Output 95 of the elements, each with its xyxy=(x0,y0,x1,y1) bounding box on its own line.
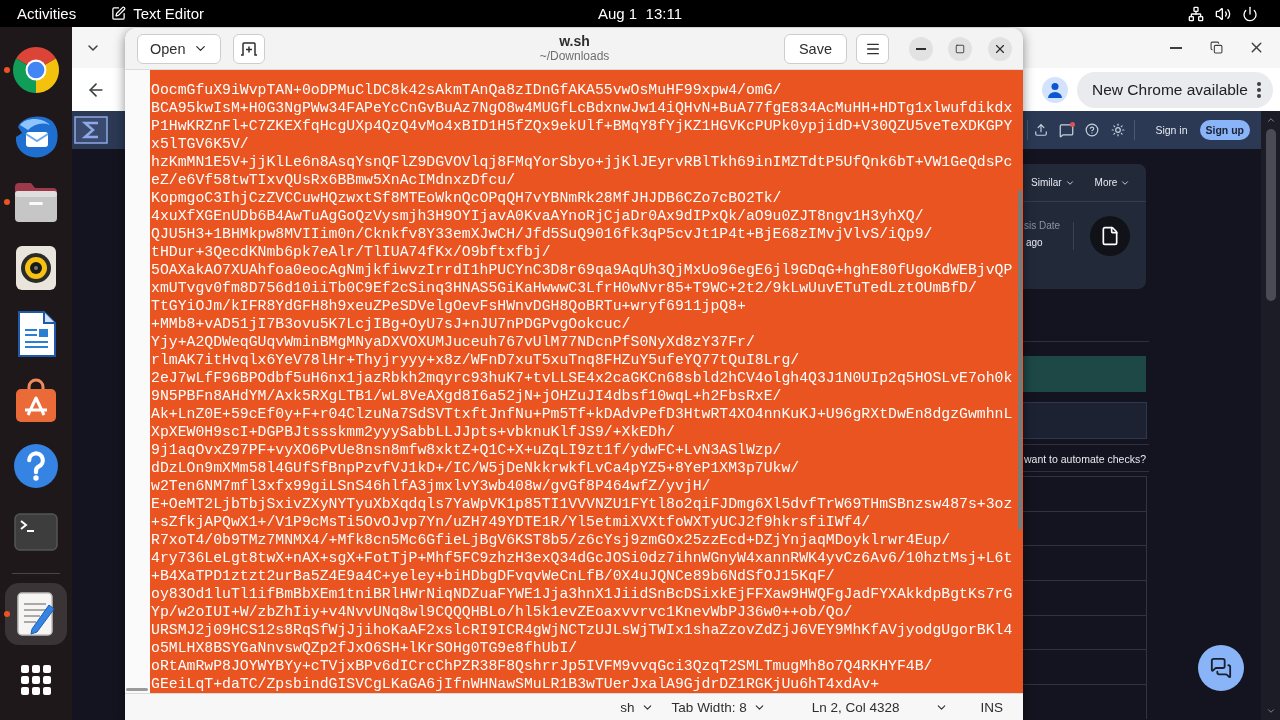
chat-icon xyxy=(1210,657,1232,679)
cursor-position[interactable]: Ln 2, Col 4328 xyxy=(807,699,953,715)
menu-button[interactable] xyxy=(856,33,889,64)
text-line: w2Ten6NM7mfl3xfx99giLSnS46hlfA3jmxlvY3wb408w/gvGf8P464wfZ/yvjH/ xyxy=(150,477,711,495)
message-icon xyxy=(1058,122,1074,138)
text-line: tHDur+3QecdKNmb6pk7eAlr/TlIUA74fKx/O9bftxfbj/ xyxy=(150,243,551,261)
sign-up-button[interactable]: Sign up xyxy=(1199,120,1250,140)
text-line: URSMJ2j09HCS12s8RqSfWjJjihoKaAF2xslcRI9ICR4gWjNCTzUJLsWjTWIx1shaZzovZdZjJ6VEY9MhKfAVjyodgUgorBKl4 xyxy=(150,621,1013,639)
text-line: P1HwKRZnFl+C7ZKEXfqHcgUXp4QzQ4vMo4xBID1H5fZQx9ekUlf+BMqY8fYjKZ1HGVKcPUPk0ypjidD+V30QZU5veTeXDKGPY xyxy=(150,117,1013,135)
insert-mode-toggle[interactable]: INS xyxy=(976,699,1007,715)
text-line: x5lTGV6K5V/ xyxy=(150,135,249,153)
minimize-icon xyxy=(1170,46,1182,49)
scroll-up-icon xyxy=(1265,115,1276,125)
scrollbar-thumb[interactable] xyxy=(1265,129,1276,301)
text-line: E+OeMT2LjbTbjSxivZXyNYTyuXbXqdqls7YaWpVK1p85TI1VVVNZU1FYtl8o2qiFJDmg6Xl5dvfTrW69THmSBnzsw487s+3oz xyxy=(150,495,1013,513)
maximize-icon xyxy=(955,43,965,54)
notepad-pencil-icon xyxy=(16,591,56,637)
minimize-icon xyxy=(916,47,926,50)
text-line: +MMb8+vAD51jI7B3ovu5K7LcjIBg+OyU7sJ+nJU7nPDGPvgOokcuc/ xyxy=(150,315,631,333)
document-icon xyxy=(16,311,56,357)
sign-in-link[interactable]: Sign in xyxy=(1155,124,1188,136)
text-line: OocmGfuX9iWvpTAN+0oDPMuClDC8k42sAkmTAnQa8zIDnGfAKA55vwOsMuHF99xpw4/omG/ xyxy=(150,81,782,99)
browser-icon xyxy=(13,47,59,93)
text-line: Ak+LnZ0E+59cEf0y+F+r04ClzuNa7SdSVTtxftJnfNu+Pm5Tf+kDAdvPefD3HtwRT4XO4nnKuKJ+U96gRXtDwEn8dgzGwmhnL xyxy=(150,405,1013,423)
tab-width-selector[interactable]: Tab Width: 8 xyxy=(667,699,770,715)
language-selector[interactable]: sh xyxy=(616,699,658,715)
dock-item[interactable] xyxy=(5,583,67,645)
restore-icon xyxy=(1209,41,1223,54)
help-icon xyxy=(13,443,59,489)
activities-button[interactable]: Activities xyxy=(0,2,95,25)
text-line: o5MLHX8BSYGaNnvswQZp2fJxO6SH+lKrSOHg0TG9e8fhUbI/ xyxy=(150,639,578,657)
help-icon xyxy=(1085,123,1100,137)
menu-dots-icon xyxy=(1257,81,1261,98)
text-line: QJU5H3+1BHMkpw8MVIIim0n/Cknkfv8Y33emXJwCH/Jfd5SuQ9016fk3qP5cvJt1P4t+BjE68zIMvjVlvS/iQp9/ xyxy=(150,225,933,243)
network-icon[interactable] xyxy=(1188,5,1204,22)
document-icon xyxy=(1090,216,1130,256)
app-grid-icon xyxy=(21,665,51,695)
text-line: GEeiLqT+daTC/ZpsbindGISVCgLKaGA6jIfnWHNawSMuLR1B3wTUerJxalA9GjdrDZ1RGKjUu6hT4xdAv+ xyxy=(150,675,880,693)
text-line: 9j1aqOvxZ97PF+vyXO6PvUe8nsn8mfw8xktZ+Q1C+X+uZqLI9zt1f/ydwFC+LvN3ASlWzp/ xyxy=(150,441,782,459)
text-line: 9N5PBFn8AHdYM/Axk5RXgLTB1/wL8VeAXgd8I6a52jN+jOHZuJI4dbsf10wqL+h2FbsRxE/ xyxy=(150,387,782,405)
panel-tab[interactable]: Similar xyxy=(1031,177,1075,188)
new-tab-button[interactable] xyxy=(233,33,266,64)
speaker-icon xyxy=(15,245,57,291)
site-logo xyxy=(74,116,108,144)
text-line: rlmAK7itHvqlx6YeV78lHr+Thyjryyy+x8z/WFnD7xuT5xuTnq8FHZuY5ufeYQ77tQuI8Lrg/ xyxy=(150,351,800,369)
text-line: oy83Od1luTl1ifBmBbXEm1tniBRlHWrNiqNDZuaFYWE1Jja3hnX1JiidSnBcDSixkEjFFXaw9HWQFgJadFYXAkkdpBgtKs7rG xyxy=(150,585,1013,603)
text-line: eZ/e6Vf58twTIxvQUsRx6BBmw5XnAcIMdnxzDfcu/ xyxy=(150,171,516,189)
terminal-icon xyxy=(14,513,58,551)
text-line: BCA95kwIsM+H0G3NgPWw34FAPeYcCnGvBuAz7NgO8w4MUGfLcBdxnwJw14iQHvN+BuA77fgE834AcMuHH+HDTg1xlwufdikdx xyxy=(150,99,1013,117)
text-line: Yp/w2oIUI+W/zbZhIiy+v4NvvUNq8wl9CQQQHBLo/hl5k1evZEoaxvvrvc1KnevWbPJ36w0++ob/Qo/ xyxy=(150,603,853,621)
app-menu[interactable]: Text Editor xyxy=(94,2,213,25)
date-label: sis Date xyxy=(1024,220,1062,231)
shopping-bag-icon xyxy=(14,377,58,423)
text-line: Yjy+A2QDWeqGUqvWminBMgMNyaDXVOXUMJuceuh767vUlM77NDcnPfS0NyXd8zY37Fr/ xyxy=(150,333,755,351)
text-line: 2eJ7wLfF96BPOdbf5uH6nx1jazRbkh2mqyrc93huK7+tvLLSE4x2caGKCn68sbld2hCV4olgh4Q3J1N0UIp2q5HOSLvE7oh0k xyxy=(150,369,1013,387)
scroll-down-icon xyxy=(1265,706,1276,716)
window-subtitle: ~/Downloads xyxy=(539,49,610,63)
clock[interactable]: Aug 1 13:11 xyxy=(590,2,690,25)
text-line: dDzLOn9mXMm58l4GUfSfBnpPzvfVJ1kD+/IC/W5jDeNkkrwkfLvCa4pYZ5+8YeP1XM3p7Ukw/ xyxy=(150,459,800,477)
open-button[interactable]: Open xyxy=(137,33,222,64)
upload-icon xyxy=(1034,123,1049,137)
notification-dot xyxy=(1070,122,1076,127)
folder-icon xyxy=(13,181,59,223)
new-tab-icon xyxy=(240,41,259,56)
sun-icon xyxy=(1111,123,1126,137)
volume-icon[interactable] xyxy=(1215,5,1231,22)
pencil-icon xyxy=(111,6,127,21)
date-value: ago xyxy=(1025,237,1044,248)
text-line: +B4XaTPD1ztzt2urBa5Z4E9a4C+yeley+biHDbgDFvqvWeCnLfB/0X4uJQNCe89b6NdSfOJ15KqF/ xyxy=(150,567,835,585)
person-icon xyxy=(1047,81,1063,98)
prompt-text: want to automate checks? xyxy=(1023,453,1147,465)
text-line: hzKmMN1E5V+jjKlLe6n8AsqYsnQFlZ9DGVOVlqj8FMqYorSbyo+jjKlJEyrvRBlTkh69inIMZTdtP5UfQnk6bT+VW1GeQdsPc xyxy=(150,153,1013,171)
text-line: oRtAmRwP8JOYWYBYy+cTVjxBPv6dICrcChPZR38F8QshrrJp5IVFM9vvqGci3QzqT2SMLTmugMh8o7Q4RKHYF4B/ xyxy=(150,657,933,675)
save-button[interactable]: Save xyxy=(783,33,847,64)
text-line: 4ry736LeLgt8twX+nAX+sgX+FotTjP+Mhf5FC9zhzH3exQ34dGcJOSi0dz7ihnWGnyW4xannRWK4yvCz6Av6/10hztMsj+L6t xyxy=(150,549,1013,567)
vertical-scrollbar[interactable] xyxy=(1018,190,1022,530)
panel-tab[interactable]: More xyxy=(1094,177,1131,188)
text-line: +sZfkjAPQwX1+/V1P9cMsTi5OvOJvp7Yn/uZH749YDTE1R/Yl5etmiXVXtfoWXTyUCJ2f9hkrsfiIWf4/ xyxy=(150,513,871,531)
update-button[interactable]: New Chrome available xyxy=(1077,71,1273,108)
profile-button[interactable] xyxy=(1042,76,1068,103)
text-line: xmUTvgv0fm8D756d10iiTb0C9Ef2cSinq3HNAS5GiKaHwwwC3LfrH0wNvr85+T9WC+2t2/9kLwUuvETuTedLztOUmBfD/ xyxy=(150,279,977,297)
maximize-button[interactable] xyxy=(948,36,972,61)
text-line: XpXEW0H9scI+DGPBJtssskmm2yyySabbLLJJpts+vbknuKlfJS9/+XkEDh/ xyxy=(150,423,675,441)
text-line: R7xoT4/0b9TMz7MNMX4/+Mfk8cn5Mc6GfieLjBgV6KST8b5/z6cYsj9zmGOx25zzEcd+DZjYnjaqMDoyklrwr4Eup/ xyxy=(150,531,951,549)
text-line: TtGYiOJm/kIFR8YdGFH8h9xeuZPeSDVelgOevFsHWnvDGH8QoBRTu+wryf6911jpQ8+ xyxy=(150,297,746,315)
minimize-button[interactable] xyxy=(909,36,933,61)
window-title: w.sh xyxy=(559,34,590,50)
page-scrollbar[interactable] xyxy=(1261,111,1280,720)
chat-button[interactable] xyxy=(1198,645,1244,691)
power-icon[interactable] xyxy=(1242,5,1258,22)
text-line: 5OAXakAO7XUAhfoa0eocAgNmjkfiwvzIrrdI1hPUCYnC3D8r69qa9AqUh3QjMxUo96egE6jl9GDqG+hghE80fUgoKdWEBjvQP xyxy=(150,261,1013,279)
close-button[interactable] xyxy=(988,36,1012,61)
horizontal-scrollbar[interactable] xyxy=(126,688,148,691)
text-line: KopmgoC3IhjCzZVCCuwHQzwxtSf8MTEoWknQcOPqQH7vYBNmRk28MfJHJDB6CZo7cBO2Tk/ xyxy=(150,189,782,207)
text-line: 4xuXfXGEnUDb6B4AwTuAgGoQzVysmjh3H9OYIjavA0KvaAYnoRjCjaDr0Ax9dIPxQk/aO9u0ZJT8ngv1H3yhXQ/ xyxy=(150,207,924,225)
